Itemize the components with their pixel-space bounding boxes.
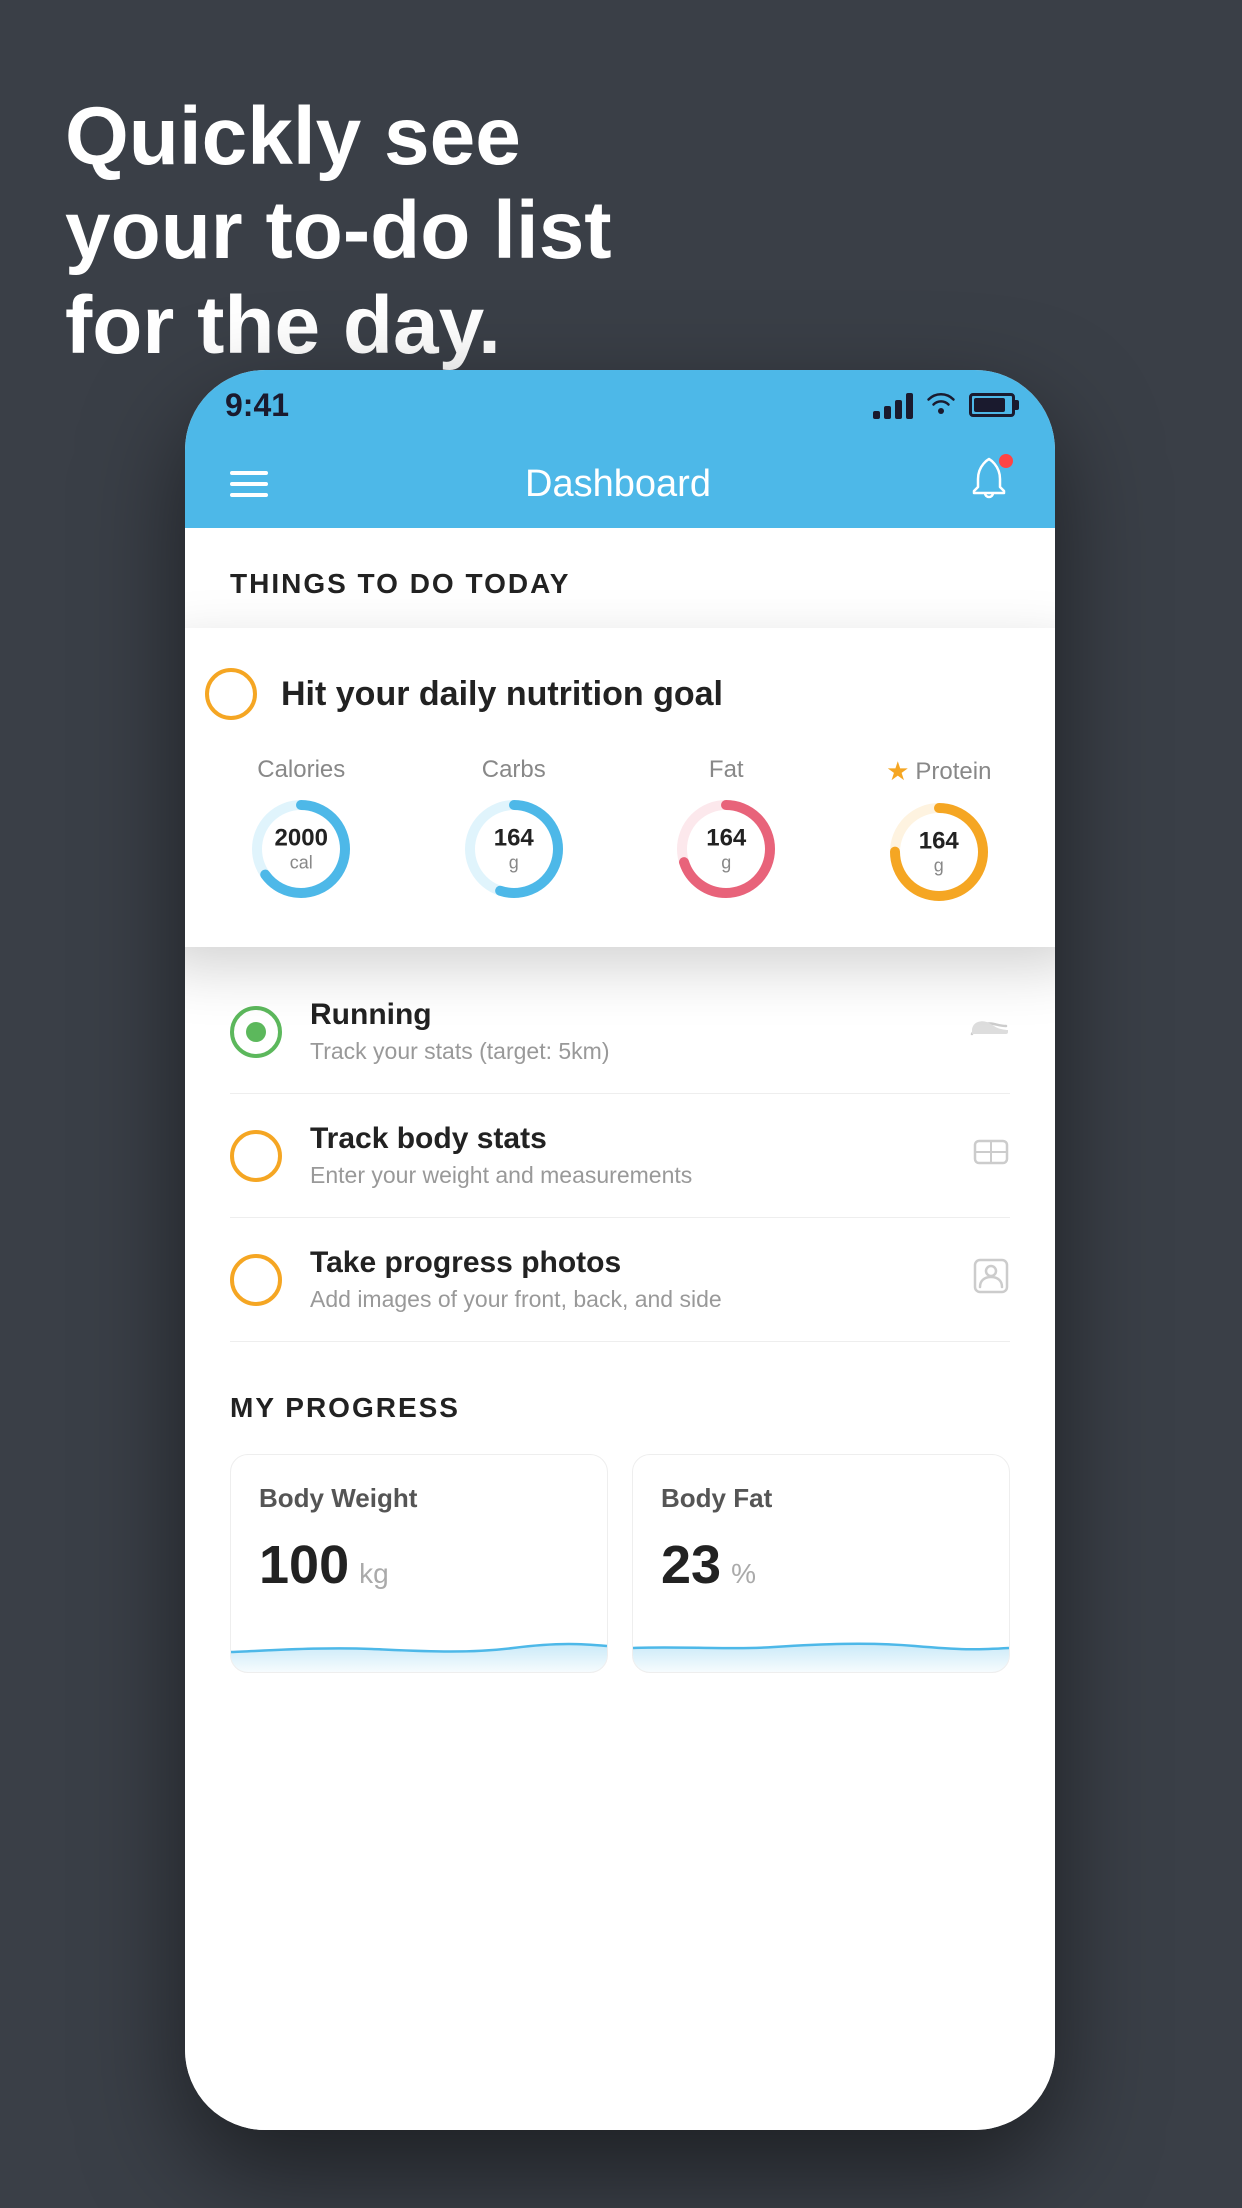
phone-frame: 9:41 Dashboard [185, 370, 1055, 2130]
photos-subtitle: Add images of your front, back, and side [310, 1286, 944, 1313]
fat-label: Fat [709, 756, 744, 784]
protein-label: Protein [915, 758, 991, 786]
carbs-label: Carbs [482, 756, 546, 784]
star-icon: ★ [886, 756, 909, 787]
headline: Quickly see your to-do list for the day. [65, 90, 612, 373]
body-weight-value-row: 100 kg [259, 1534, 579, 1596]
todo-item-running[interactable]: Running Track your stats (target: 5km) [230, 970, 1010, 1094]
status-time: 9:41 [225, 387, 289, 424]
body-fat-value-row: 23 % [661, 1534, 981, 1596]
signal-icon [873, 391, 913, 419]
todo-item-progress-photos[interactable]: Take progress photos Add images of your … [230, 1218, 1010, 1342]
running-shoe-icon [968, 1012, 1010, 1052]
protein-unit: g [919, 856, 959, 877]
calories-label: Calories [257, 756, 345, 784]
body-stats-title: Track body stats [310, 1122, 944, 1156]
battery-icon [969, 393, 1015, 417]
protein-ring: 164 g [884, 797, 994, 907]
todo-item-body-stats[interactable]: Track body stats Enter your weight and m… [230, 1094, 1010, 1218]
progress-header: MY PROGRESS [230, 1392, 1010, 1424]
body-weight-card[interactable]: Body Weight 100 kg [230, 1454, 608, 1673]
status-bar: 9:41 [185, 370, 1055, 440]
body-fat-card[interactable]: Body Fat 23 % [632, 1454, 1010, 1673]
nutrition-fat: Fat 164 g [671, 756, 781, 907]
scale-icon [972, 1133, 1010, 1179]
fat-value: 164 [706, 825, 746, 853]
body-stats-subtitle: Enter your weight and measurements [310, 1162, 944, 1189]
body-fat-card-title: Body Fat [661, 1483, 981, 1514]
nutrition-check-circle [205, 668, 257, 720]
nav-title: Dashboard [525, 463, 711, 506]
fat-ring: 164 g [671, 794, 781, 904]
photos-check-circle [230, 1254, 282, 1306]
phone-content: THINGS TO DO TODAY Hit your daily nutrit… [185, 528, 1055, 2130]
notifications-button[interactable] [968, 457, 1010, 511]
body-weight-unit: kg [359, 1558, 389, 1590]
progress-section: MY PROGRESS Body Weight 100 kg [185, 1342, 1055, 1703]
nutrition-card-title: Hit your daily nutrition goal [281, 675, 723, 714]
status-icons [873, 390, 1015, 421]
body-weight-card-title: Body Weight [259, 1483, 579, 1514]
calories-ring: 2000 cal [246, 794, 356, 904]
nutrition-carbs: Carbs 164 g [459, 756, 569, 907]
body-weight-chart [231, 1612, 607, 1672]
card-title-row: Hit your daily nutrition goal [205, 668, 1035, 720]
nutrition-row: Calories 2000 cal Carbs [205, 756, 1035, 907]
calories-unit: cal [275, 853, 328, 874]
carbs-ring: 164 g [459, 794, 569, 904]
nutrition-goal-card[interactable]: Hit your daily nutrition goal Calories 2… [185, 628, 1055, 947]
fat-unit: g [706, 853, 746, 874]
carbs-value: 164 [494, 825, 534, 853]
body-fat-chart [633, 1612, 1009, 1672]
carbs-unit: g [494, 853, 534, 874]
nutrition-protein: ★ Protein 164 g [884, 756, 994, 907]
nutrition-calories: Calories 2000 cal [246, 756, 356, 907]
nav-bar: Dashboard [185, 440, 1055, 528]
menu-button[interactable] [230, 471, 268, 497]
photos-title: Take progress photos [310, 1246, 944, 1280]
body-fat-unit: % [731, 1558, 756, 1590]
progress-cards: Body Weight 100 kg [230, 1454, 1010, 1673]
body-stats-check-circle [230, 1130, 282, 1182]
things-to-do-header: THINGS TO DO TODAY [185, 528, 1055, 620]
protein-value: 164 [919, 828, 959, 856]
wifi-icon [925, 390, 957, 421]
todo-list: Running Track your stats (target: 5km) T… [185, 970, 1055, 1342]
person-icon [972, 1257, 1010, 1303]
calories-value: 2000 [275, 825, 328, 853]
body-weight-value: 100 [259, 1534, 349, 1596]
running-subtitle: Track your stats (target: 5km) [310, 1038, 940, 1065]
running-check-circle [230, 1006, 282, 1058]
body-fat-value: 23 [661, 1534, 721, 1596]
running-title: Running [310, 998, 940, 1032]
notification-dot [999, 454, 1013, 468]
